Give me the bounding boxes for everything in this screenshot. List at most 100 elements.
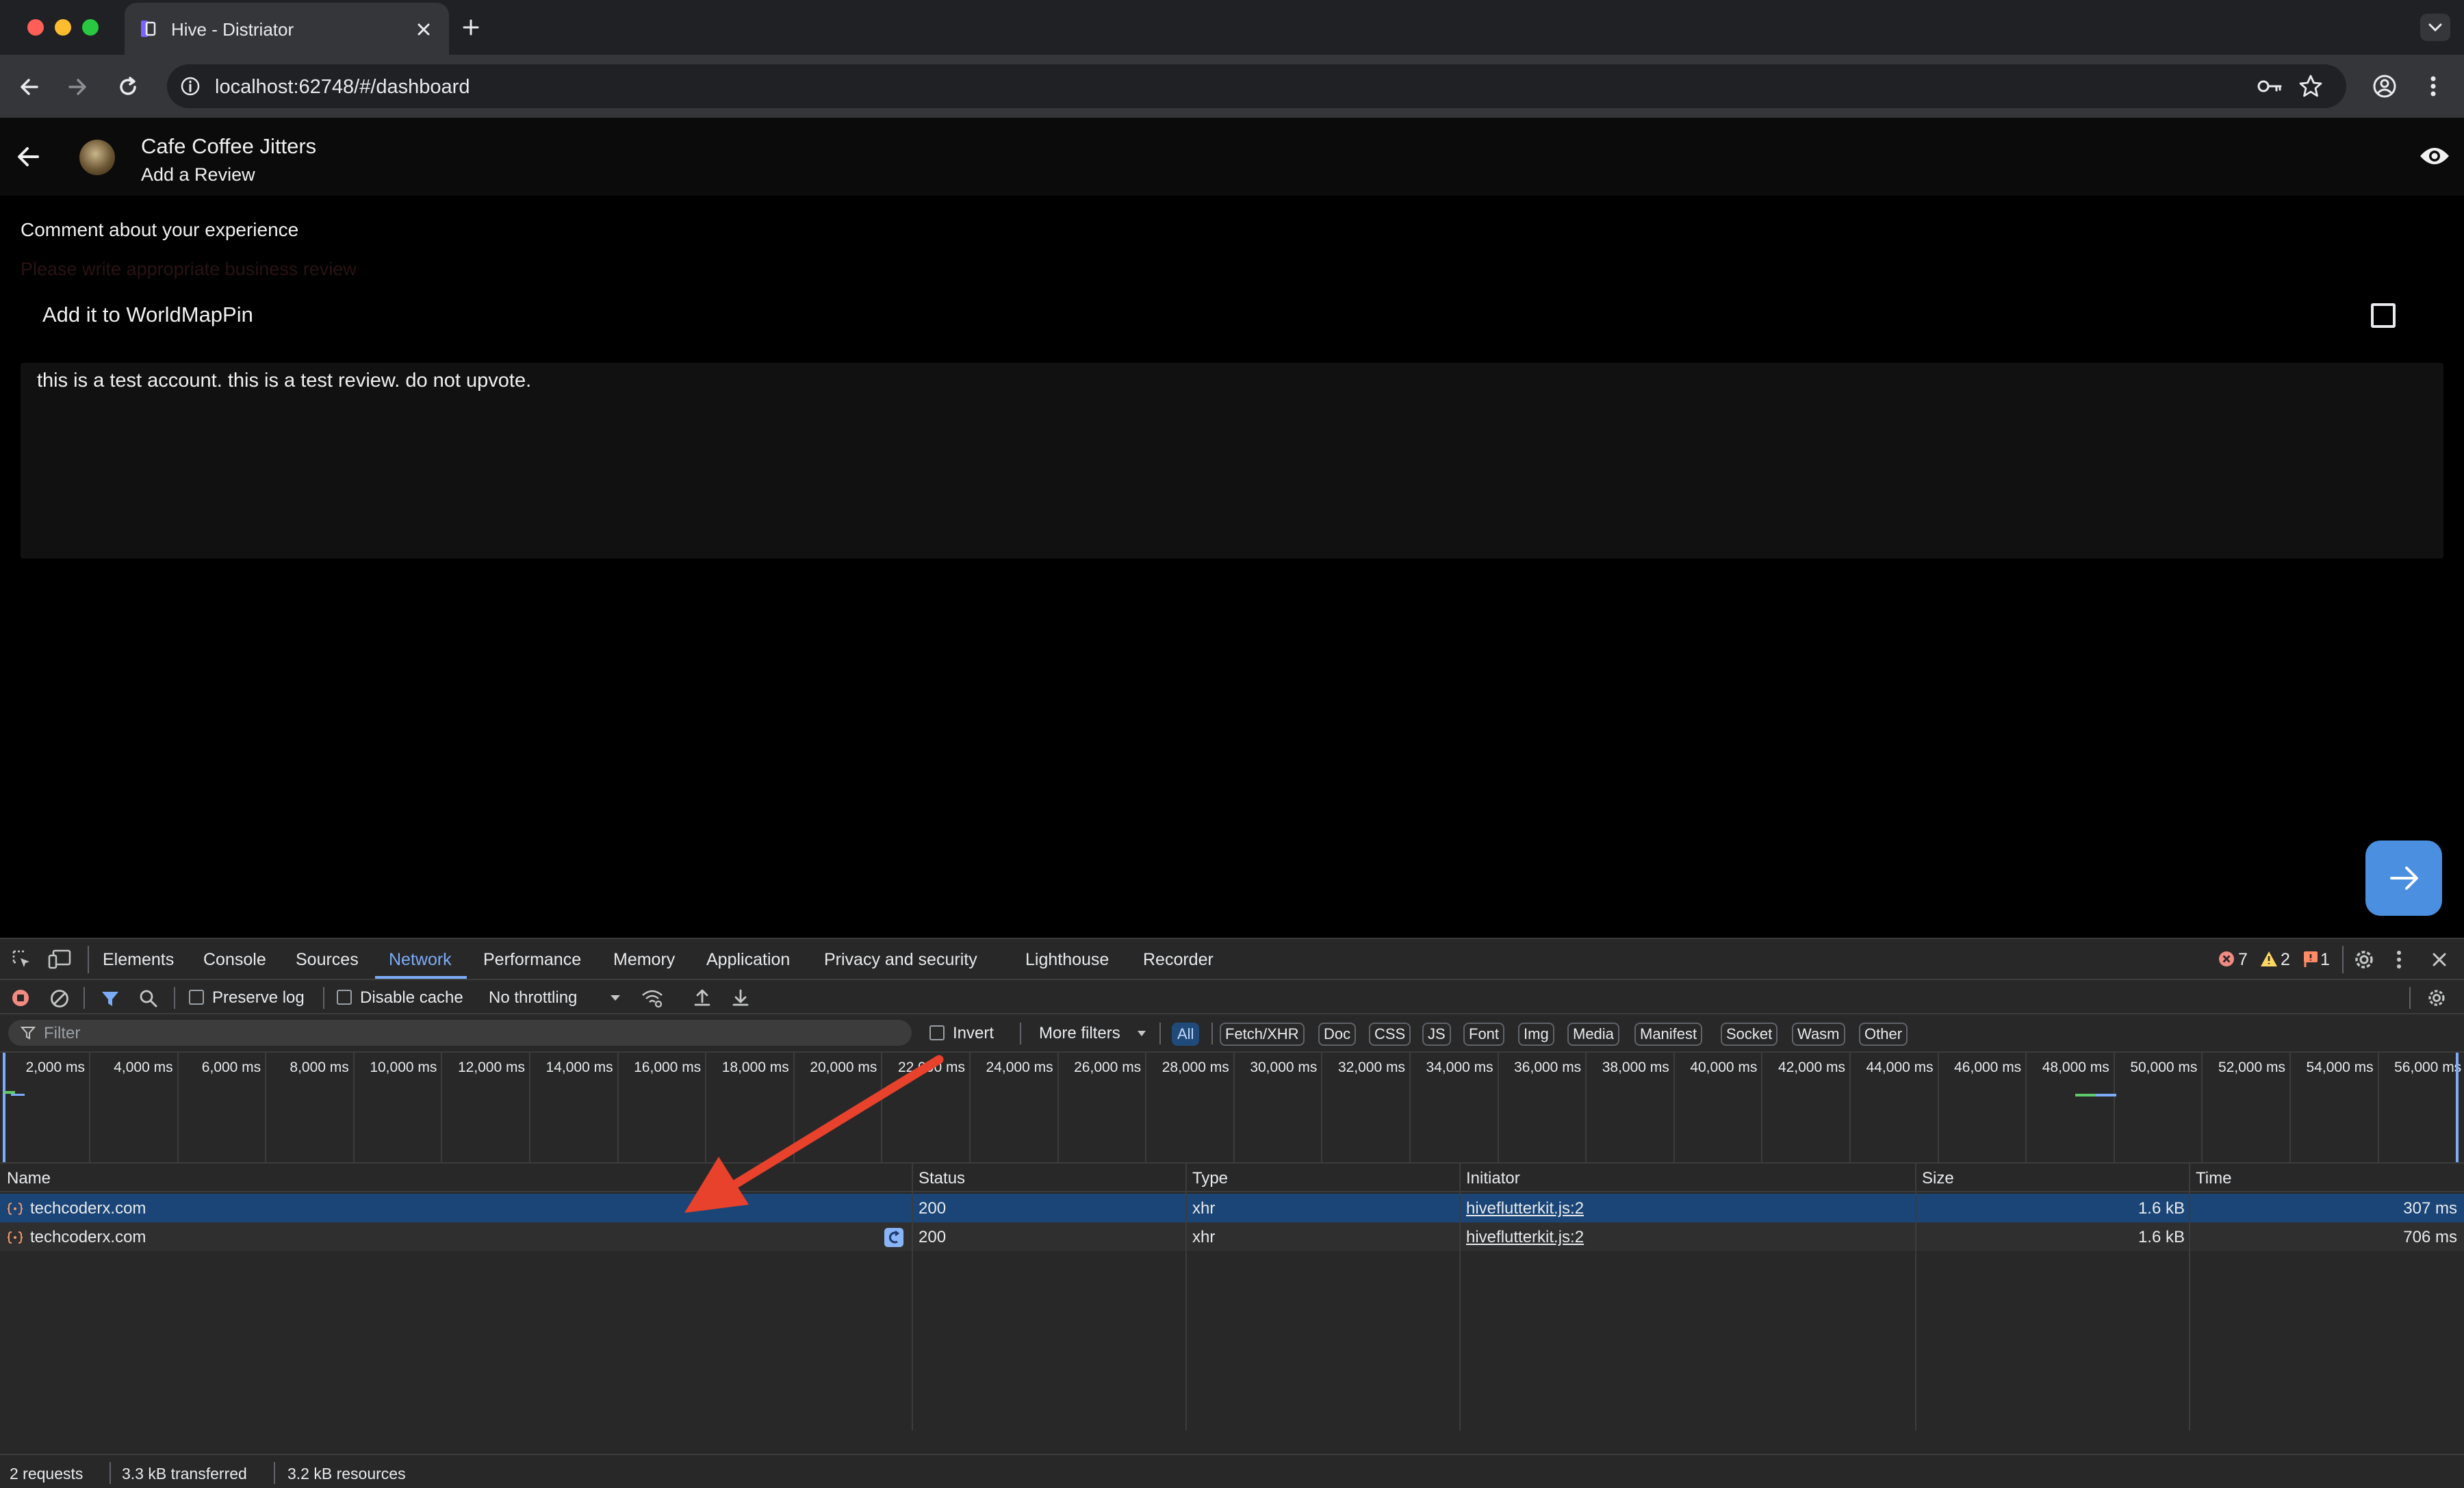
reload-icon[interactable] — [115, 74, 141, 100]
browser-tab[interactable]: Hive - Distriator — [125, 3, 449, 55]
site-info-icon[interactable] — [179, 75, 201, 97]
device-toolbar-icon[interactable] — [48, 949, 73, 971]
column-size[interactable]: Size — [1922, 1169, 1954, 1188]
tab-lighthouse[interactable]: Lighthouse — [1025, 950, 1109, 970]
filter-type-socket[interactable]: Socket — [1721, 1023, 1778, 1046]
invert-checkbox[interactable] — [929, 1025, 945, 1040]
filter-type-other[interactable]: Other — [1859, 1023, 1908, 1046]
request-initiator-link[interactable]: hiveflutterkit.js:2 — [1466, 1199, 1584, 1218]
close-tab-icon[interactable] — [413, 19, 434, 40]
invert-label[interactable]: Invert — [953, 1024, 994, 1043]
review-text[interactable]: this is a test account. this is a test r… — [37, 370, 531, 392]
column-separator[interactable] — [1459, 1164, 1461, 1431]
throttling-dropdown-icon[interactable] — [609, 994, 621, 1002]
back-icon[interactable] — [16, 74, 42, 100]
bookmark-star-icon[interactable] — [2297, 73, 2324, 100]
column-name[interactable]: Name — [7, 1169, 51, 1188]
search-icon[interactable] — [138, 988, 159, 1009]
devtools-menu-icon[interactable] — [2391, 947, 2407, 972]
preserve-log-checkbox[interactable] — [189, 990, 204, 1005]
warning-count[interactable]: 2 — [2281, 950, 2290, 970]
request-name[interactable]: techcoderx.com — [30, 1228, 146, 1247]
column-separator[interactable] — [2189, 1164, 2190, 1431]
filter-funnel-icon[interactable] — [100, 988, 120, 1009]
filter-type-wasm[interactable]: Wasm — [1792, 1023, 1845, 1046]
tab-application[interactable]: Application — [706, 950, 790, 970]
filter-type-css[interactable]: CSS — [1369, 1023, 1411, 1046]
close-devtools-icon[interactable] — [2428, 949, 2450, 971]
tab-privacy-security[interactable]: Privacy and security — [824, 950, 977, 970]
preflight-request-icon[interactable] — [884, 1228, 903, 1247]
warning-icon[interactable] — [2260, 950, 2278, 968]
filter-input[interactable]: Filter — [8, 1020, 912, 1046]
network-conditions-icon[interactable] — [641, 988, 664, 1009]
filter-type-all[interactable]: All — [1172, 1023, 1200, 1046]
error-count[interactable]: 7 — [2238, 950, 2248, 970]
issue-count[interactable]: 1 — [2320, 950, 2330, 970]
url-text[interactable]: localhost:62748/#/dashboard — [215, 76, 470, 99]
preview-eye-icon[interactable] — [2419, 144, 2450, 168]
filter-type-img[interactable]: Img — [1518, 1023, 1554, 1046]
request-size: 1.6 kB — [2138, 1228, 2185, 1246]
more-filters-button[interactable]: More filters — [1039, 1024, 1120, 1043]
record-stop-icon[interactable] — [11, 988, 30, 1008]
filter-type-media[interactable]: Media — [1567, 1023, 1619, 1046]
submit-button[interactable] — [2365, 841, 2442, 916]
table-row[interactable]: techcoderx.com 200 xhr hiveflutterkit.js… — [0, 1194, 2464, 1222]
tab-recorder[interactable]: Recorder — [1143, 950, 1214, 970]
tab-performance[interactable]: Performance — [483, 950, 581, 970]
column-separator[interactable] — [1185, 1164, 1187, 1431]
issue-flag-icon[interactable] — [2302, 950, 2319, 968]
error-icon[interactable] — [2218, 950, 2235, 968]
column-time[interactable]: Time — [2196, 1169, 2231, 1188]
network-settings-icon[interactable] — [2426, 987, 2448, 1009]
back-arrow-icon[interactable] — [14, 142, 42, 171]
tab-network[interactable]: Network — [389, 950, 452, 970]
filter-type-manifest[interactable]: Manifest — [1634, 1023, 1703, 1046]
export-har-icon[interactable] — [730, 987, 752, 1009]
controls-divider — [84, 987, 85, 1009]
tab-search-button[interactable] — [2420, 14, 2450, 41]
maximize-window-button[interactable] — [82, 19, 99, 36]
import-har-icon[interactable] — [691, 987, 713, 1009]
throttling-select[interactable]: No throttling — [489, 988, 577, 1008]
close-window-button[interactable] — [27, 19, 44, 36]
new-tab-icon[interactable] — [460, 16, 482, 38]
timeline-end-handle[interactable] — [2456, 1053, 2459, 1162]
table-row[interactable]: techcoderx.com 200 xhr hiveflutterkit.js… — [0, 1222, 2464, 1251]
filter-type-doc[interactable]: Doc — [1318, 1023, 1357, 1046]
review-textarea[interactable]: this is a test account. this is a test r… — [21, 363, 2443, 559]
password-key-icon[interactable] — [2256, 74, 2283, 99]
filter-placeholder[interactable]: Filter — [44, 1024, 80, 1043]
preserve-log-label[interactable]: Preserve log — [212, 988, 305, 1008]
tab-sources[interactable]: Sources — [296, 950, 359, 970]
timeline-start-handle[interactable] — [3, 1053, 5, 1162]
forward-icon[interactable] — [64, 74, 90, 100]
request-initiator-link[interactable]: hiveflutterkit.js:2 — [1466, 1228, 1584, 1247]
inspect-element-icon[interactable] — [11, 949, 33, 971]
address-bar[interactable]: localhost:62748/#/dashboard — [167, 64, 2346, 108]
column-status[interactable]: Status — [919, 1169, 965, 1188]
worldmappin-checkbox[interactable] — [2371, 303, 2396, 328]
clear-icon[interactable] — [49, 988, 70, 1009]
disable-cache-checkbox[interactable] — [337, 990, 352, 1005]
network-overview-timeline[interactable]: 2,000 ms 4,000 ms 6,000 ms 8,000 ms 10,000 m… — [0, 1053, 2464, 1164]
filter-type-js[interactable]: JS — [1422, 1023, 1451, 1046]
filter-type-fetch-xhr[interactable]: Fetch/XHR — [1220, 1023, 1305, 1046]
column-type[interactable]: Type — [1192, 1169, 1228, 1188]
tab-console[interactable]: Console — [203, 950, 266, 970]
filter-type-font[interactable]: Font — [1463, 1023, 1505, 1046]
profile-icon[interactable] — [2371, 73, 2398, 100]
tab-memory[interactable]: Memory — [613, 950, 675, 970]
request-name[interactable]: techcoderx.com — [30, 1199, 146, 1218]
column-separator[interactable] — [1915, 1164, 1916, 1431]
more-filters-dropdown-icon[interactable] — [1136, 1029, 1147, 1038]
xhr-request-icon — [7, 1202, 23, 1216]
tab-elements[interactable]: Elements — [103, 950, 174, 970]
settings-gear-icon[interactable] — [2352, 947, 2376, 972]
column-separator[interactable] — [912, 1164, 913, 1431]
minimize-window-button[interactable] — [55, 19, 71, 36]
column-initiator[interactable]: Initiator — [1466, 1169, 1520, 1188]
browser-menu-icon[interactable] — [2423, 73, 2443, 100]
disable-cache-label[interactable]: Disable cache — [360, 988, 463, 1008]
